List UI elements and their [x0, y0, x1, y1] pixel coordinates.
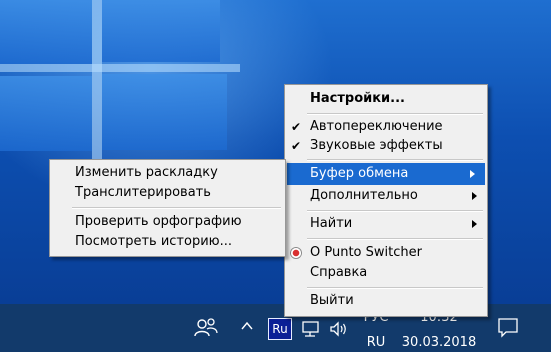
network-icon[interactable] — [300, 319, 322, 339]
menu-item-label: Справка — [310, 265, 368, 280]
submenu-item-label: Посмотреть историю... — [75, 234, 232, 249]
submenu-item-label: Транслитерировать — [75, 185, 211, 200]
menu-item-advanced[interactable]: Дополнительно — [285, 185, 487, 207]
menu-separator — [307, 238, 483, 240]
menu-item-find[interactable]: Найти — [285, 213, 487, 235]
menu-item-label: О Punto Switcher — [310, 245, 422, 260]
submenu-item-spellcheck[interactable]: Проверить орфографию — [50, 211, 285, 233]
wallpaper-pane — [0, 0, 92, 64]
punto-switcher-icon — [291, 248, 301, 258]
menu-item-label: Звуковые эффекты — [310, 138, 443, 153]
notification-icon[interactable] — [496, 315, 520, 339]
menu-separator — [72, 207, 281, 209]
menu-item-label: Дополнительно — [310, 188, 418, 203]
wallpaper-beam — [0, 64, 240, 72]
submenu-item-change-layout[interactable]: Изменить раскладку — [50, 162, 285, 184]
wallpaper-pane — [102, 74, 227, 150]
submenu-arrow-icon — [470, 170, 475, 178]
menu-item-label: Найти — [310, 216, 353, 231]
submenu-item-label: Изменить раскладку — [75, 165, 218, 180]
wallpaper-pane — [102, 0, 220, 62]
menu-item-label: Выйти — [310, 293, 354, 308]
people-icon[interactable] — [193, 316, 219, 340]
menu-item-settings[interactable]: Настройки... — [285, 88, 487, 110]
menu-item-exit[interactable]: Выйти — [285, 290, 487, 312]
menu-separator — [307, 159, 483, 161]
menu-item-sound-effects[interactable]: ✔ Звуковые эффекты — [285, 135, 487, 157]
volume-icon[interactable] — [328, 319, 350, 339]
menu-separator — [307, 113, 483, 115]
menu-item-label: Буфер обмена — [310, 166, 409, 181]
wallpaper-pane — [0, 76, 92, 151]
language-line2: RU — [366, 335, 386, 350]
submenu-item-label: Проверить орфографию — [75, 214, 242, 229]
menu-item-about[interactable]: О Punto Switcher — [285, 242, 487, 264]
menu-separator — [307, 210, 483, 212]
checkmark-icon: ✔ — [291, 139, 302, 153]
submenu-item-transliterate[interactable]: Транслитерировать — [50, 182, 285, 204]
wallpaper-beam — [92, 0, 102, 165]
menu-separator — [307, 287, 483, 289]
submenu-arrow-icon — [472, 220, 477, 228]
punto-context-menu: Настройки... ✔ Автопереключение ✔ Звуков… — [284, 84, 488, 317]
menu-item-clipboard[interactable]: Буфер обмена — [287, 163, 485, 185]
punto-language-badge[interactable]: Ru — [268, 318, 292, 340]
clipboard-submenu: Изменить раскладку Транслитерировать Про… — [49, 159, 286, 257]
clock-date: 30.03.2018 — [401, 335, 477, 350]
submenu-item-view-history[interactable]: Посмотреть историю... — [50, 231, 285, 253]
chevron-up-icon[interactable] — [240, 318, 254, 334]
submenu-arrow-icon — [472, 192, 477, 200]
menu-item-help[interactable]: Справка — [285, 262, 487, 284]
menu-item-label: Настройки... — [310, 91, 405, 106]
